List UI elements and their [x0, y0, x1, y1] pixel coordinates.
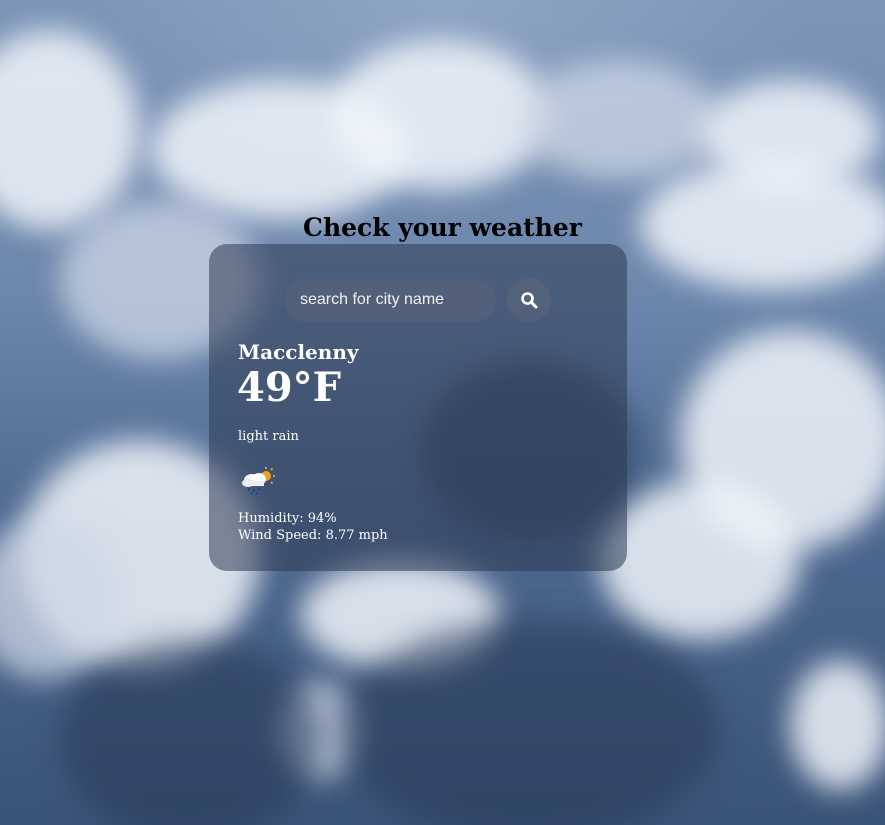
search-input[interactable]	[285, 278, 496, 322]
rain-cloud-sun-icon	[242, 467, 275, 496]
search-button[interactable]	[507, 278, 551, 322]
weather-card: Macclenny 49°F light rain Humidity: 94% …	[209, 244, 627, 571]
search-icon	[521, 292, 538, 309]
temperature: 49°F	[237, 364, 342, 411]
page-title: Check your weather	[303, 213, 582, 242]
wind-speed: Wind Speed: 8.77 mph	[238, 528, 388, 543]
city-name: Macclenny	[238, 340, 359, 364]
weather-details: Humidity: 94% Wind Speed: 8.77 mph	[238, 510, 388, 544]
search-bar	[285, 278, 551, 322]
humidity: Humidity: 94%	[238, 511, 337, 526]
weather-description: light rain	[238, 429, 299, 444]
